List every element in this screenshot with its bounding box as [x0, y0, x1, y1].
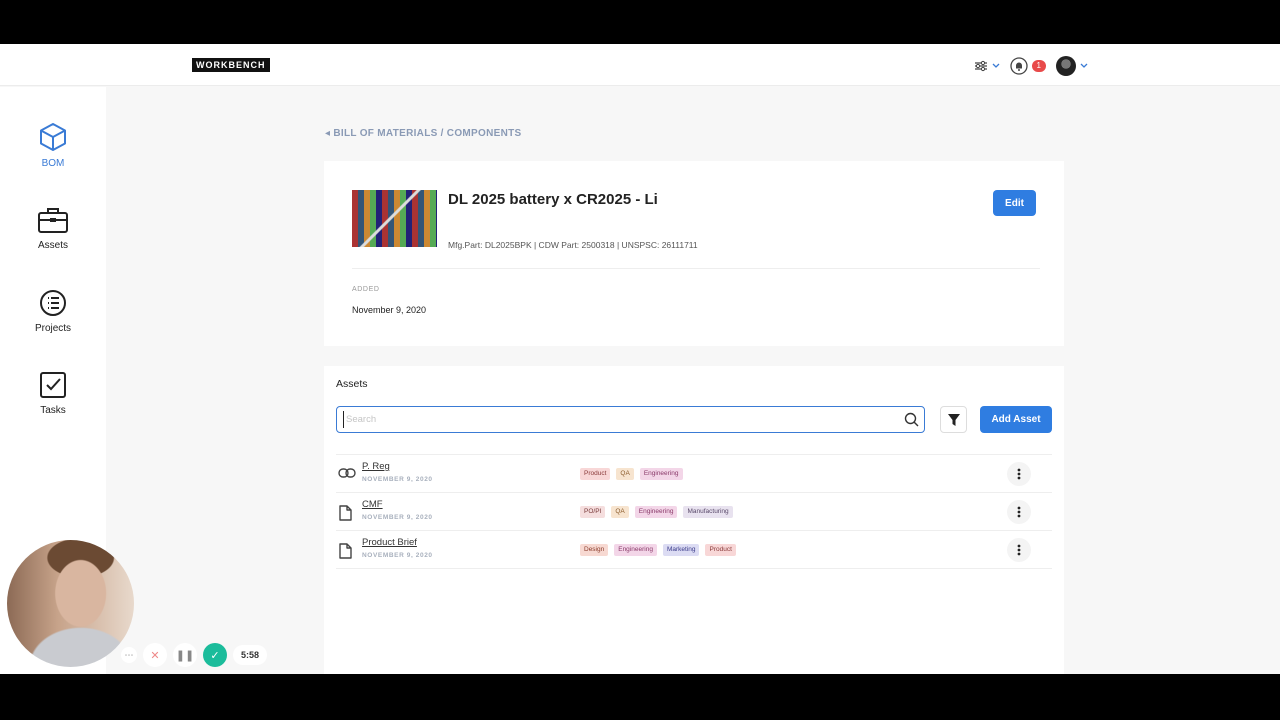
asset-name[interactable]: CMF	[362, 499, 383, 510]
checkbox-icon	[40, 372, 66, 398]
more-vertical-icon	[1017, 506, 1021, 518]
app-frame: WORKBENCH 1 BOM Assets Projects Tasks ◂ …	[0, 44, 1280, 674]
filter-button[interactable]	[940, 406, 967, 433]
sidebar-item-tasks[interactable]: Tasks	[0, 371, 106, 416]
top-bar: WORKBENCH 1	[0, 44, 1280, 86]
breadcrumb-label: BILL OF MATERIALS / COMPONENTS	[333, 128, 522, 139]
webcam-overlay	[7, 540, 134, 667]
sidebar-item-label: Assets	[37, 240, 68, 251]
document-icon	[339, 543, 352, 559]
table-row[interactable]: Product Brief NOVEMBER 9, 2020 Design En…	[336, 531, 1052, 569]
tag: Engineering	[639, 468, 683, 480]
sidebar-item-label: BOM	[41, 158, 65, 169]
tag: QA	[611, 506, 629, 518]
search-box[interactable]	[336, 406, 925, 433]
notification-badge: 1	[1031, 60, 1046, 72]
avatar	[1056, 56, 1076, 76]
part-meta: Mfg.Part: DL2025BPK | CDW Part: 2500318 …	[448, 240, 698, 250]
tag: Design	[580, 544, 609, 556]
tag: Product	[580, 468, 611, 480]
chevron-down-icon	[1080, 63, 1088, 68]
pause-button[interactable]: ❚❚	[173, 643, 197, 667]
sidebar-item-label: Tasks	[40, 405, 66, 416]
breadcrumb[interactable]: ◂ BILL OF MATERIALS / COMPONENTS	[325, 128, 521, 139]
tag: Manufacturing	[683, 506, 733, 518]
tag: PO/PI	[580, 506, 606, 518]
more-options-button[interactable]: ⋯	[121, 647, 137, 663]
tag: Engineering	[634, 506, 678, 518]
sidebar-item-label: Projects	[34, 323, 72, 334]
top-actions: 1	[974, 56, 1088, 76]
bell-icon	[1009, 57, 1028, 75]
asset-name[interactable]: P. Reg	[362, 461, 390, 472]
tag: Marketing	[662, 544, 700, 556]
check-icon: ✓	[210, 649, 220, 662]
sidebar-item-bom[interactable]: BOM	[0, 122, 106, 169]
asset-date: NOVEMBER 9, 2020	[362, 552, 433, 559]
table-row[interactable]: CMF NOVEMBER 9, 2020 PO/PI QA Engineerin…	[336, 493, 1052, 531]
added-label: ADDED	[352, 286, 380, 293]
document-icon	[339, 505, 352, 521]
workbench-logo[interactable]: WORKBENCH	[192, 58, 270, 72]
sidebar-item-assets[interactable]: Assets	[0, 206, 106, 251]
component-thumbnail	[352, 190, 437, 247]
add-asset-button[interactable]: Add Asset	[980, 406, 1052, 433]
component-card: DL 2025 battery x CR2025 - Li Mfg.Part: …	[324, 161, 1064, 346]
assets-title: Assets	[336, 378, 368, 390]
asset-name[interactable]: Product Brief	[362, 537, 417, 548]
tag-list: Product QA Engineering	[580, 468, 683, 480]
more-vertical-icon	[1017, 544, 1021, 556]
edit-button[interactable]: Edit	[993, 190, 1036, 216]
tag: Engineering	[614, 544, 657, 556]
table-row[interactable]: P. Reg NOVEMBER 9, 2020 Product QA Engin…	[336, 455, 1052, 493]
search-input[interactable]	[343, 411, 893, 428]
cancel-recording-button[interactable]: ✕	[143, 643, 167, 667]
page-title: DL 2025 battery x CR2025 - Li	[448, 191, 658, 208]
tag: Product	[705, 544, 736, 556]
recorder-controls: ⋯ ✕ ❚❚ ✓ 5:58	[121, 643, 268, 667]
link-icon	[338, 468, 356, 478]
sidebar-item-projects[interactable]: Projects	[0, 289, 106, 334]
settings-menu[interactable]	[974, 60, 1000, 72]
list-icon	[40, 290, 66, 316]
added-date: November 9, 2020	[352, 305, 427, 315]
search-icon[interactable]	[904, 412, 919, 427]
row-menu-button[interactable]	[1007, 462, 1031, 486]
pause-icon: ❚❚	[175, 649, 195, 662]
finish-recording-button[interactable]: ✓	[203, 643, 227, 667]
chevron-down-icon	[992, 63, 1000, 68]
more-vertical-icon	[1017, 468, 1021, 480]
tag-list: Design Engineering Marketing Product	[580, 544, 736, 556]
asset-date: NOVEMBER 9, 2020	[362, 514, 433, 521]
cube-icon	[40, 123, 66, 151]
notifications[interactable]: 1	[1009, 57, 1046, 75]
asset-date: NOVEMBER 9, 2020	[362, 476, 433, 483]
more-horizontal-icon: ⋯	[124, 649, 134, 660]
close-icon: ✕	[150, 649, 160, 662]
divider	[352, 268, 1040, 269]
briefcase-icon	[38, 208, 68, 233]
row-menu-button[interactable]	[1007, 500, 1031, 524]
sliders-icon	[974, 60, 987, 72]
recording-timer: 5:58	[233, 645, 268, 665]
user-menu[interactable]	[1056, 56, 1088, 76]
row-menu-button[interactable]	[1007, 538, 1031, 562]
assets-panel: Assets Add Asset P. Reg NOVEMBER 9, 2020…	[324, 366, 1064, 674]
tag: QA	[616, 468, 634, 480]
filter-icon	[947, 413, 960, 426]
tag-list: PO/PI QA Engineering Manufacturing	[580, 506, 733, 518]
